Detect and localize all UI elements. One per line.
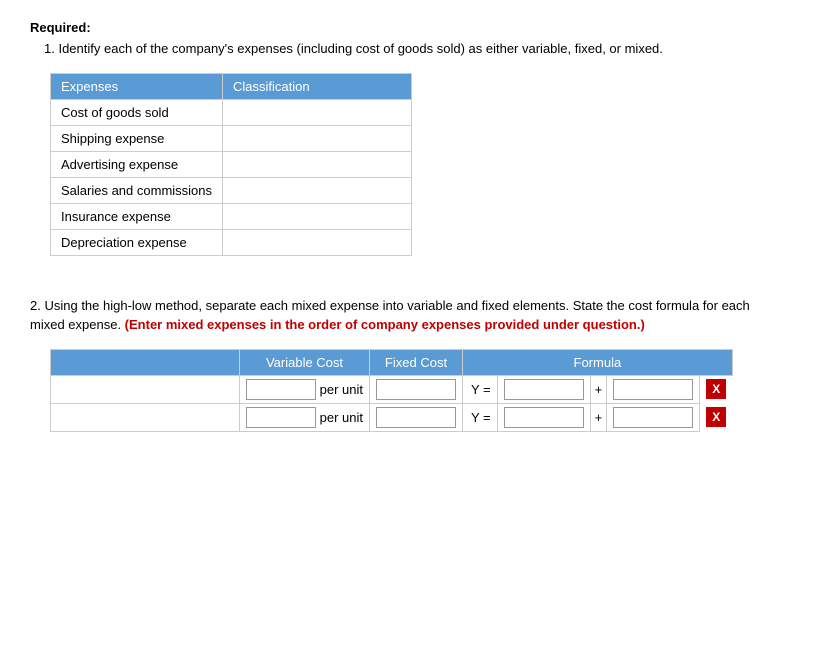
formula-fixed-cell-0 [497, 375, 590, 403]
q1-number: 1. [44, 41, 55, 56]
expense-name: Shipping expense [51, 125, 223, 151]
vc-input-0[interactable] [246, 379, 316, 400]
col-fc-header: Fixed Cost [370, 349, 463, 375]
formula-expense-input-1[interactable] [51, 404, 239, 431]
classification-input-0[interactable] [223, 100, 411, 125]
expenses-table: Expenses Classification Cost of goods so… [50, 73, 412, 256]
table-row: Insurance expense [51, 203, 412, 229]
fc-cell-1 [370, 403, 463, 431]
table-row: Advertising expense [51, 151, 412, 177]
x-button-1[interactable]: X [706, 407, 726, 427]
x-button-cell-0: X [700, 375, 733, 403]
col-expenses-header: Expenses [51, 73, 223, 99]
expenses-classification-table: Expenses Classification Cost of goods so… [50, 73, 803, 256]
required-label: Required: [30, 20, 803, 35]
x-button-cell-1: X [700, 403, 733, 431]
per-unit-label-0: per unit [316, 382, 363, 397]
x-button-0[interactable]: X [706, 379, 726, 399]
classification-cell [223, 151, 412, 177]
table-row: Depreciation expense [51, 229, 412, 255]
formula-fixed-input-0[interactable] [504, 379, 584, 400]
classification-input-1[interactable] [223, 126, 411, 151]
expense-name: Salaries and commissions [51, 177, 223, 203]
fc-input-0[interactable] [376, 379, 456, 400]
classification-input-4[interactable] [223, 204, 411, 229]
classification-cell [223, 99, 412, 125]
formula-fixed-cell-1 [497, 403, 590, 431]
expense-name: Insurance expense [51, 203, 223, 229]
formula-row: per unit Y = + X [51, 375, 733, 403]
expense-name: Cost of goods sold [51, 99, 223, 125]
col-empty-header [51, 349, 240, 375]
formula-table: Variable Cost Fixed Cost Formula per uni… [50, 349, 733, 432]
formula-expense-col [51, 403, 240, 431]
vc-input-1[interactable] [246, 407, 316, 428]
col-formula-header: Formula [463, 349, 733, 375]
q2-text-red: (Enter mixed expenses in the order of co… [125, 317, 645, 332]
formula-x-input-0[interactable] [613, 379, 693, 400]
q1-text: Identify each of the company's expenses … [58, 41, 662, 56]
classification-cell [223, 203, 412, 229]
formula-x-cell-0 [607, 375, 700, 403]
table-row: Cost of goods sold [51, 99, 412, 125]
vc-cell-1: per unit [240, 403, 370, 431]
vc-cell-0: per unit [240, 375, 370, 403]
formula-expense-col [51, 375, 240, 403]
per-unit-label-1: per unit [316, 410, 363, 425]
col-classification-header: Classification [223, 73, 412, 99]
table-row: Salaries and commissions [51, 177, 412, 203]
classification-cell [223, 177, 412, 203]
formula-fixed-input-1[interactable] [504, 407, 584, 428]
q2-number: 2. [30, 298, 41, 313]
table-row: Shipping expense [51, 125, 412, 151]
formula-x-cell-1 [607, 403, 700, 431]
q2-instruction: 2. Using the high-low method, separate e… [30, 296, 780, 335]
col-vc-header: Variable Cost [240, 349, 370, 375]
plus-label-1: + [590, 403, 607, 431]
formula-table-wrapper: Variable Cost Fixed Cost Formula per uni… [50, 349, 803, 432]
fc-input-1[interactable] [376, 407, 456, 428]
classification-input-5[interactable] [223, 230, 411, 255]
fc-cell-0 [370, 375, 463, 403]
classification-input-3[interactable] [223, 178, 411, 203]
plus-label-0: + [590, 375, 607, 403]
classification-input-2[interactable] [223, 152, 411, 177]
formula-expense-input-0[interactable] [51, 376, 239, 403]
y-equals-label-1: Y = [463, 403, 498, 431]
classification-cell [223, 125, 412, 151]
q1-instruction: 1. Identify each of the company's expens… [30, 39, 803, 59]
formula-x-input-1[interactable] [613, 407, 693, 428]
classification-cell [223, 229, 412, 255]
formula-row: per unit Y = + X [51, 403, 733, 431]
expense-name: Advertising expense [51, 151, 223, 177]
y-equals-label-0: Y = [463, 375, 498, 403]
expense-name: Depreciation expense [51, 229, 223, 255]
